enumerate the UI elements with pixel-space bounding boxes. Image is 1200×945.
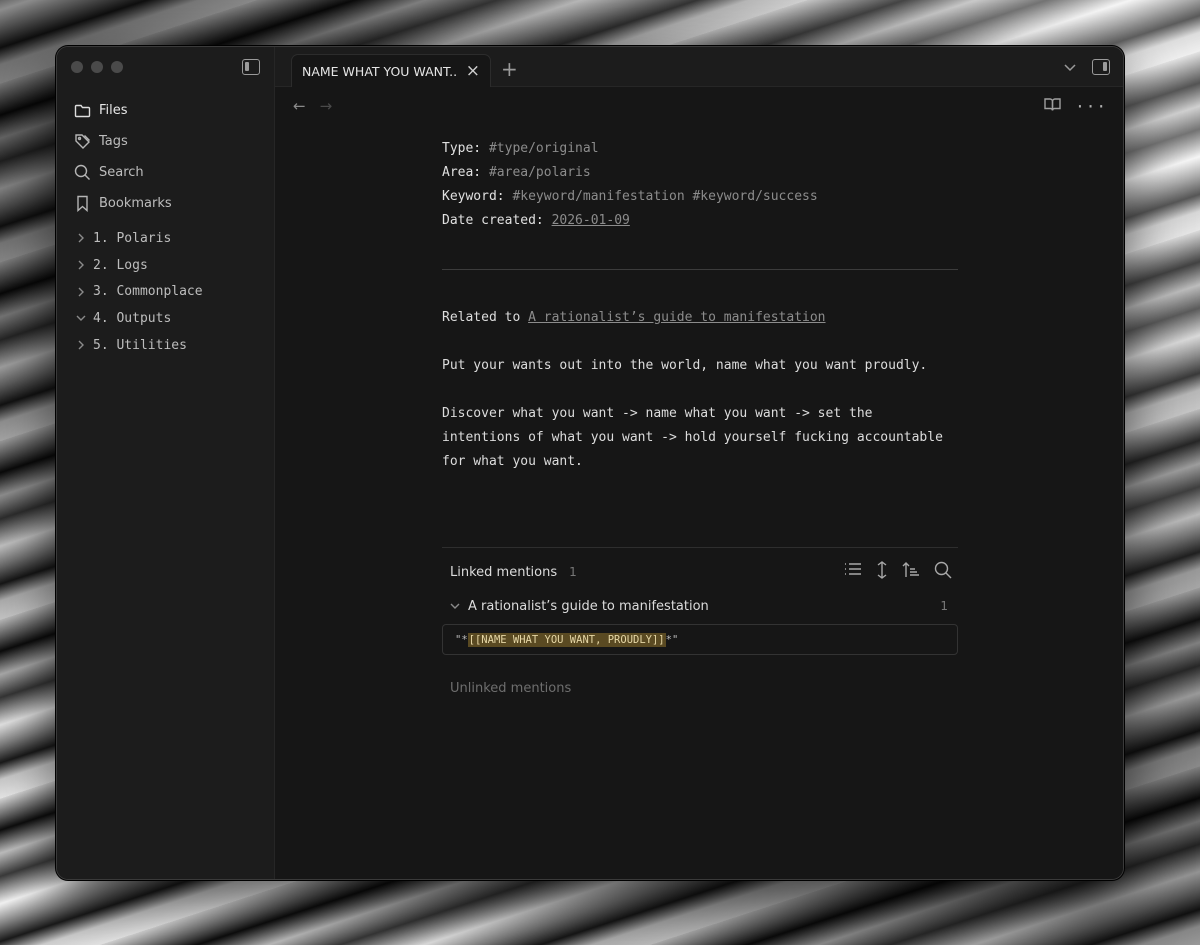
sidebar-item-label: Bookmarks — [99, 196, 172, 211]
linked-mentions-title: Linked mentions — [450, 564, 558, 580]
folder-label: 3. Commonplace — [93, 284, 203, 300]
back-arrow-icon[interactable]: ← — [293, 97, 306, 115]
chevron-right-icon — [73, 260, 89, 270]
folder-polaris[interactable]: 1. Polaris — [69, 225, 264, 252]
minimize-window-button[interactable] — [91, 61, 103, 73]
tag-link[interactable]: #area/polaris — [489, 165, 591, 180]
chevron-down-icon[interactable] — [1063, 58, 1077, 77]
tab-bar: NAME WHAT YOU WANT... × + — [275, 47, 1123, 87]
sidebar-item-bookmarks[interactable]: Bookmarks — [69, 188, 264, 219]
folder-logs[interactable]: 2. Logs — [69, 252, 264, 279]
more-options-icon[interactable]: ··· — [1075, 97, 1107, 116]
internal-link[interactable]: A rationalist’s guide to manifestation — [528, 310, 825, 325]
folder-label: 1. Polaris — [93, 230, 172, 246]
bookmark-icon — [73, 195, 91, 213]
new-tab-button[interactable]: + — [501, 57, 518, 81]
folder-utilities[interactable]: 5. Utilities — [69, 332, 264, 359]
tag-link[interactable]: #type/original — [489, 141, 599, 156]
date-link[interactable]: 2026-01-09 — [552, 213, 630, 228]
tag-icon — [73, 133, 91, 151]
property-area: Area: #area/polaris — [442, 165, 591, 180]
expand-vertical-icon[interactable] — [876, 561, 888, 583]
sidebar-item-label: Files — [99, 103, 128, 118]
sort-icon[interactable] — [902, 561, 920, 583]
backlinks-toolbar — [844, 561, 958, 583]
tag-link[interactable]: #keyword/manifestation — [512, 189, 684, 204]
property-date-created: Date created: 2026-01-09 — [442, 213, 630, 228]
editor-pane: ← → ··· Type: #type/original Area: #area… — [275, 87, 1123, 879]
folder-outputs[interactable]: 4. Outputs — [69, 305, 264, 332]
chevron-right-icon — [73, 233, 89, 243]
file-tree: 1. Polaris 2. Logs 3. Commonplace 4. Out… — [69, 225, 264, 358]
sidebar-item-label: Tags — [99, 134, 128, 149]
sidebar-item-search[interactable]: Search — [69, 157, 264, 188]
history-nav: ← → — [293, 97, 332, 115]
paragraph: Discover what you want -> name what you … — [442, 406, 943, 469]
chevron-right-icon — [73, 287, 89, 297]
divider — [442, 269, 958, 270]
tag-link[interactable]: #keyword/success — [692, 189, 817, 204]
folder-icon — [73, 102, 91, 120]
tab-active-note[interactable]: NAME WHAT YOU WANT... × — [291, 54, 491, 87]
app-window: Files Tags Search Bookmarks 1. Polaris 2… — [56, 46, 1124, 880]
folder-label: 2. Logs — [93, 257, 148, 273]
folder-commonplace[interactable]: 3. Commonplace — [69, 278, 264, 305]
paragraph: Put your wants out into the world, name … — [442, 358, 928, 373]
highlighted-link: [[NAME WHAT YOU WANT, PROUDLY]] — [467, 632, 666, 647]
sidebar-item-tags[interactable]: Tags — [69, 126, 264, 157]
sidebar-toggle-icon[interactable] — [242, 59, 260, 75]
note-body: Type: #type/original Area: #area/polaris… — [442, 137, 958, 498]
unlinked-mentions-header[interactable]: Unlinked mentions — [442, 681, 958, 696]
folder-label: 5. Utilities — [93, 337, 187, 353]
forward-arrow-icon[interactable]: → — [320, 97, 333, 115]
view-actions: ··· — [1044, 97, 1107, 116]
backlinks-panel: Linked mentions 1 A rationalist’s guide … — [442, 547, 958, 696]
chevron-down-icon — [73, 314, 89, 322]
list-icon[interactable] — [844, 561, 862, 583]
search-icon[interactable] — [934, 561, 952, 583]
backlink-file[interactable]: A rationalist’s guide to manifestation 1 — [442, 596, 958, 616]
sidebar-item-label: Search — [99, 165, 144, 180]
backlink-file-count: 1 — [940, 599, 948, 613]
close-window-button[interactable] — [71, 61, 83, 73]
backlink-snippet[interactable]: "* [[NAME WHAT YOU WANT, PROUDLY]] *" — [442, 624, 958, 655]
tab-title: NAME WHAT YOU WANT... — [302, 63, 458, 79]
folder-label: 4. Outputs — [93, 310, 172, 326]
property-type: Type: #type/original — [442, 141, 599, 156]
property-keyword: Keyword: #keyword/manifestation #keyword… — [442, 189, 818, 204]
right-sidebar-toggle-icon[interactable] — [1092, 59, 1110, 75]
reading-view-icon[interactable] — [1044, 97, 1061, 116]
left-sidebar: Files Tags Search Bookmarks 1. Polaris 2… — [57, 47, 275, 879]
search-icon — [73, 164, 91, 182]
close-icon[interactable]: × — [466, 62, 480, 80]
maximize-window-button[interactable] — [111, 61, 123, 73]
linked-mentions-header: Linked mentions 1 — [442, 548, 958, 596]
linked-mentions-count: 1 — [569, 565, 577, 579]
backlink-file-name: A rationalist’s guide to manifestation — [468, 598, 709, 614]
sidebar-item-files[interactable]: Files — [69, 95, 264, 126]
chevron-down-icon — [450, 602, 460, 610]
chevron-right-icon — [73, 340, 89, 350]
sidebar-nav: Files Tags Search Bookmarks — [69, 95, 264, 219]
related-line: Related to A rationalist’s guide to mani… — [442, 310, 826, 325]
window-controls — [71, 61, 123, 73]
